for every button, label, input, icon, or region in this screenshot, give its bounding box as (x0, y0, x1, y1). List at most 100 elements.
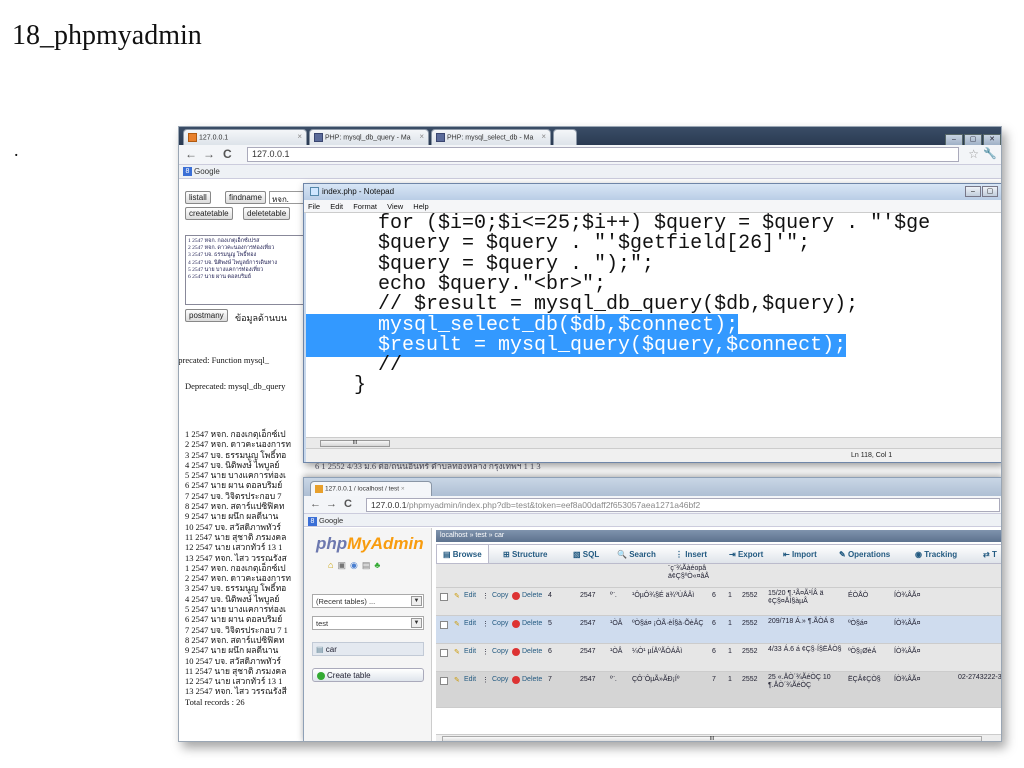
row-checkbox[interactable] (440, 621, 448, 629)
browser-tab-localhost[interactable]: 127.0.0.1 × (183, 129, 307, 145)
list-item[interactable]: 5 2547 นาย บางแคการท่องเที่ยว (188, 267, 307, 274)
delete-link[interactable]: Delete (522, 620, 542, 627)
tab-search[interactable]: 🔍 Search (617, 550, 656, 559)
table-row[interactable]: ✎ Edit ⋮ Copy Delete 7 2547 º¨. ÇÔ¨ÔµÃ»ÃÐ¡Íº 7 1 25… (436, 672, 1001, 708)
tab-sql[interactable]: ▧ SQL (573, 550, 599, 559)
tab-label: Export (737, 550, 764, 559)
reload-icon[interactable]: C (344, 498, 352, 510)
copy-link[interactable]: Copy (492, 676, 508, 683)
tab-insert[interactable]: ⋮ Insert (675, 550, 707, 559)
bookmark-google[interactable]: Google (319, 516, 343, 525)
favicon-icon (188, 133, 197, 142)
pma-address-bar[interactable]: 127.0.0.1/phpmyadmin/index.php?db=test&t… (366, 498, 1000, 512)
menu-help[interactable]: Help (413, 202, 428, 211)
code-line-selected[interactable]: $result = mysql_query($query,$connect); (306, 333, 1001, 357)
minimize-icon[interactable]: – (965, 186, 981, 197)
edit-link[interactable]: Edit (464, 676, 476, 683)
address-bar[interactable]: 127.0.0.1 (247, 147, 959, 162)
close-tab-icon[interactable]: × (401, 486, 405, 493)
tab-triggers[interactable]: ⇄ T (983, 550, 997, 559)
table-cell: 1 (728, 648, 732, 655)
tab-tracking[interactable]: ◉ Tracking (915, 550, 957, 559)
close-tab-icon[interactable]: × (297, 132, 302, 141)
scroll-thumb[interactable]: III (320, 440, 390, 447)
code-line[interactable]: // (306, 355, 1001, 377)
close-tab-icon[interactable]: × (419, 132, 424, 141)
browser-tab-mysql-select-db[interactable]: PHP: mysql_select_db - Ma × (431, 129, 551, 145)
tab-structure[interactable]: ⊞ Structure (503, 550, 548, 559)
copy-link[interactable]: Copy (492, 592, 508, 599)
listall-button[interactable]: listall (185, 191, 211, 204)
list-item[interactable]: 3 2547 บจ. ธรรมนูญ โพธิ์ทอง (188, 252, 307, 259)
sql-icon[interactable]: ▣ (337, 560, 350, 570)
new-tab-button[interactable] (553, 129, 577, 145)
table-row[interactable]: ✎ Edit ⋮ Copy Delete 5 2547 ¹ÒÂ ºÒ§á¤ ¡ÒÃ·èÍ§à·Õ… (436, 616, 1001, 644)
browser-tab-mysql-db-query[interactable]: PHP: mysql_db_query - Ma × (309, 129, 429, 145)
edit-link[interactable]: Edit (464, 592, 476, 599)
edit-link[interactable]: Edit (464, 620, 476, 627)
tab-import[interactable]: ⇤ Import (783, 550, 817, 559)
pma-tab[interactable]: 127.0.0.1 / localhost / test × (310, 481, 432, 496)
bookmark-star-icon[interactable]: ☆ (968, 147, 979, 161)
table-link-car[interactable]: ▤ car (312, 642, 424, 656)
record-line: 7 2547 บจ. วิจิตรประกอบ 7 (185, 490, 282, 501)
copy-link[interactable]: Copy (492, 648, 508, 655)
table-cell: 2552 (742, 676, 758, 683)
code-line[interactable]: } (306, 376, 1001, 397)
docs-icon[interactable]: ▤ (362, 560, 375, 570)
database-select[interactable]: test ▼ (312, 616, 424, 630)
findname-button[interactable]: findname (225, 191, 266, 204)
row-checkbox[interactable] (440, 649, 448, 657)
row-checkbox[interactable] (440, 677, 448, 685)
phpmyadmin-logo[interactable]: phpMyAdmin (316, 534, 424, 554)
records-listbox[interactable]: 1 2547 หจก. กองเกตุเอ็กซ์เปรส 2 2547 หจก… (185, 235, 310, 305)
recent-tables-select[interactable]: (Recent tables) ... ▼ (312, 594, 424, 608)
list-item[interactable]: 4 2547 บจ. นิติพงษ์ ไพบูลย์การเดินทาง (188, 260, 307, 267)
table-row[interactable]: ✎ Edit ⋮ Copy Delete 6 2547 ¹ÒÂ ¼Ò¹ µÍÅºÃÔÁÂì 6 1 2… (436, 644, 1001, 672)
pma-favicon-icon (315, 485, 323, 493)
back-arrow-icon[interactable]: ← (310, 498, 321, 510)
breadcrumb[interactable]: localhost » test » car (436, 530, 1001, 542)
delete-link[interactable]: Delete (522, 676, 542, 683)
postmany-button[interactable]: postmany (185, 309, 228, 322)
tab-operations[interactable]: ✎ Operations (839, 550, 890, 559)
logo-php: php (316, 534, 348, 553)
forward-arrow-icon[interactable]: → (203, 147, 215, 161)
menu-view[interactable]: View (387, 202, 403, 211)
notepad-horizontal-scrollbar[interactable]: III (306, 437, 1001, 448)
delete-link[interactable]: Delete (522, 648, 542, 655)
record-line: 3 2547 บจ. ธรรมนูญ โพธิ์ทอ (185, 449, 287, 460)
table-row[interactable]: ✎ Edit ⋮ Copy Delete 4 2547 º¨. ¹ÔµÔ¾§É ä¾ºÙÅÂì 6… (436, 588, 1001, 616)
tab-export[interactable]: ⇥ Export (729, 550, 763, 559)
back-arrow-icon[interactable]: ← (185, 147, 197, 161)
table-cell: ÇÔ¨ÔµÃ»ÃÐ¡Íº (632, 676, 680, 683)
maximize-icon[interactable]: ▢ (982, 186, 998, 197)
createtable-button[interactable]: createtable (185, 207, 233, 220)
pma-main-panel: localhost » test » car ▤ Browse ⊞ Struct… (432, 528, 1001, 741)
settings-icon[interactable]: ♣ (374, 560, 384, 570)
close-tab-icon[interactable]: × (541, 132, 546, 141)
menu-format[interactable]: Format (353, 202, 377, 211)
wrench-icon[interactable]: 🔧 (983, 147, 997, 160)
code-text: // $result = mysql_db_query($db,$query); (306, 293, 859, 317)
table-cell: ¹ÒÂ (610, 620, 623, 627)
bookmark-google[interactable]: Google (194, 167, 220, 176)
query-icon[interactable]: ◉ (350, 560, 362, 570)
menu-file[interactable]: File (308, 202, 320, 211)
tab-label: Browse (452, 550, 482, 559)
notepad-text-area[interactable]: for ($i=0;$i<=25;$i++) $query = $query .… (306, 213, 1001, 437)
row-checkbox[interactable] (440, 593, 448, 601)
table-cell: ÍÒ¾ÂÃ¤ (894, 676, 921, 683)
copy-link[interactable]: Copy (492, 620, 508, 627)
deletetable-button[interactable]: deletetable (243, 207, 291, 220)
pma-horizontal-scrollbar[interactable]: III (436, 734, 1001, 741)
forward-arrow-icon[interactable]: → (326, 498, 337, 510)
reload-icon[interactable]: C (223, 147, 232, 161)
tab-browse[interactable]: ▤ Browse (437, 545, 489, 563)
delete-link[interactable]: Delete (522, 592, 542, 599)
list-item[interactable]: 6 2547 นาย ผาน ตอลบริมย์ (188, 274, 307, 281)
create-table-button[interactable]: Create table (312, 668, 424, 682)
edit-link[interactable]: Edit (464, 648, 476, 655)
menu-edit[interactable]: Edit (330, 202, 343, 211)
scroll-thumb[interactable]: III (442, 736, 982, 741)
